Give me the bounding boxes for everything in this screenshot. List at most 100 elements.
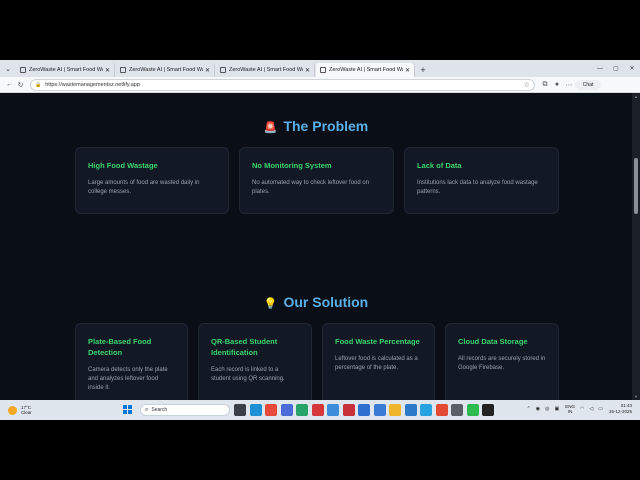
tab-close-icon[interactable]: ✕ (305, 67, 310, 74)
browser-tab-2[interactable]: ZeroWaste AI | Smart Food Waste ✕ (116, 63, 215, 77)
wifi-icon[interactable]: ◠ (580, 406, 584, 412)
tab-close-icon[interactable]: ✕ (405, 67, 410, 74)
scrollbar-thumb[interactable] (634, 158, 638, 214)
tab-close-icon[interactable]: ✕ (105, 67, 110, 74)
weather-description: Clear (21, 410, 32, 415)
solution-card-plate-detection: Plate-Based Food Detection Camera detect… (75, 323, 188, 400)
problem-section-title: 🚨 The Problem (0, 118, 632, 134)
minimize-icon[interactable]: — (592, 66, 608, 72)
maximize-icon[interactable]: ▢ (608, 65, 624, 72)
problem-card-high-food-wastage: High Food Wastage Large amounts of food … (75, 147, 229, 214)
card-text: No automated way to check leftover food … (252, 180, 370, 195)
tab-title: ZeroWaste AI | Smart Food Waste (29, 67, 103, 73)
card-text: All records are securely stored in Googl… (458, 356, 546, 371)
page-scrollbar[interactable]: ▲ ▼ (632, 93, 640, 400)
weather-sun-icon (8, 405, 17, 415)
tab-favicon-icon (120, 67, 126, 73)
window-controls: — ▢ ✕ (592, 60, 640, 77)
system-tray: ⌃ ◉ ◎ ▣ ENG IN ◠ ◁ ▭ 01:43 26-12-2025 (522, 403, 632, 415)
file-explorer-icon[interactable] (389, 404, 401, 416)
antivirus-icon[interactable] (342, 404, 355, 416)
problem-card-lack-of-data: Lack of Data Institutions lack data to a… (404, 147, 559, 214)
windows-start-icon[interactable] (123, 405, 133, 415)
chrome-icon[interactable] (265, 404, 277, 416)
card-title: Lack of Data (417, 161, 462, 170)
card-title: Plate-Based Food Detection (88, 337, 152, 357)
whatsapp-icon[interactable] (466, 404, 479, 416)
collections-icon[interactable]: ⧉ (539, 81, 551, 89)
solution-title-text: Our Solution (283, 294, 369, 310)
tab-actions-chevron-icon[interactable]: ⌄ (0, 60, 16, 77)
tab-title: ZeroWaste AI | Smart Food Waste (229, 67, 303, 73)
weather-widget[interactable]: 17°C Clear (0, 405, 60, 415)
search-placeholder: Search (151, 407, 168, 413)
url-input[interactable]: 🔒 https://wastemanagementsz.netlify.app … (30, 78, 535, 91)
app-icon[interactable] (373, 404, 386, 416)
telegram-icon[interactable] (420, 404, 432, 416)
app-icon[interactable] (296, 404, 308, 416)
url-text: https://wastemanagementsz.netlify.app (45, 81, 140, 88)
browser-tab-1[interactable]: ZeroWaste AI | Smart Food Waste ✕ (16, 63, 115, 77)
clock-date: 26-12-2025 (608, 409, 632, 414)
app-icon[interactable] (327, 404, 339, 416)
battery-icon[interactable]: ▭ (598, 406, 603, 412)
problem-title-text: The Problem (283, 118, 369, 134)
tab-title: ZeroWaste AI | Smart Food Waste (129, 67, 203, 73)
app-icon[interactable] (404, 404, 417, 416)
media-player-icon[interactable] (482, 404, 494, 416)
scroll-up-arrow-icon[interactable]: ▲ (632, 94, 640, 99)
card-text: Institutions lack data to analyze food w… (417, 180, 538, 195)
solution-card-waste-percentage: Food Waste Percentage Leftover food is c… (322, 323, 435, 400)
tab-favicon-icon (220, 67, 226, 73)
edge-browser-icon[interactable] (249, 404, 262, 416)
card-text: Camera detects only the plate and analyz… (88, 367, 168, 391)
profile-avatar-icon[interactable]: ● (551, 81, 563, 88)
chrome-icon[interactable] (435, 404, 448, 416)
card-title: High Food Wastage (88, 161, 158, 170)
taskbar-pinned-apps (234, 404, 498, 416)
tray-app-icon[interactable]: ◎ (545, 406, 549, 412)
windows-taskbar: 17°C Clear ⌕ Search ⌃ ◉ ◎ ▣ ENG IN ◠ ◁ ▭… (0, 400, 640, 420)
tray-app-icon[interactable]: ▣ (555, 406, 560, 412)
problem-card-no-monitoring: No Monitoring System No automated way to… (239, 147, 394, 214)
scroll-down-arrow-icon[interactable]: ▼ (632, 394, 640, 399)
card-text: Each record is linked to a student using… (211, 367, 285, 382)
solution-card-cloud-storage: Cloud Data Storage All records are secur… (445, 323, 559, 400)
new-tab-plus-icon[interactable]: + (416, 63, 430, 77)
browser-tab-3[interactable]: ZeroWaste AI | Smart Food Waste ✕ (216, 63, 315, 77)
region-code: IN (567, 409, 573, 414)
task-view-icon[interactable] (234, 404, 246, 416)
app-icon[interactable] (451, 404, 463, 416)
app-icon[interactable] (280, 404, 293, 416)
copilot-chat-button[interactable]: Chat (575, 79, 601, 90)
tray-app-icon[interactable]: ◉ (536, 406, 540, 412)
screen: ⌄ ZeroWaste AI | Smart Food Waste ✕ Zero… (0, 60, 640, 420)
light-bulb-icon: 💡 (263, 298, 278, 310)
outlook-icon[interactable] (358, 404, 370, 416)
card-text: Large amounts of food are wasted daily i… (88, 180, 200, 195)
tab-favicon-icon (20, 67, 26, 73)
card-title: QR-Based Student Identification (211, 337, 278, 357)
reload-icon[interactable]: ↻ (15, 81, 26, 89)
taskbar-clock[interactable]: 01:43 26-12-2025 (609, 403, 632, 415)
volume-icon[interactable]: ◁ (589, 406, 593, 412)
more-options-icon[interactable]: ⋯ (563, 81, 575, 89)
card-title: Food Waste Percentage (335, 337, 420, 346)
tab-close-icon[interactable]: ✕ (205, 67, 210, 74)
tray-overflow-chevron-icon[interactable]: ⌃ (527, 406, 531, 412)
favorite-star-icon[interactable]: ☆ (524, 81, 530, 89)
app-icon[interactable] (311, 404, 324, 416)
site-info-lock-icon[interactable]: 🔒 (35, 82, 41, 88)
back-arrow-icon[interactable]: ← (4, 81, 15, 88)
browser-tab-bar: ⌄ ZeroWaste AI | Smart Food Waste ✕ Zero… (0, 60, 640, 77)
card-text: Leftover food is calculated as a percent… (335, 356, 418, 371)
card-title: No Monitoring System (252, 161, 332, 170)
tab-favicon-icon (320, 67, 326, 73)
input-language[interactable]: ENG IN (565, 404, 575, 414)
close-window-icon[interactable]: ✕ (624, 65, 640, 72)
browser-tab-4-active[interactable]: ZeroWaste AI | Smart Food Waste ✕ (316, 63, 415, 77)
web-page: 🚨 The Problem High Food Wastage Large amo… (0, 93, 632, 400)
address-bar-row: ← ↻ 🔒 https://wastemanagementsz.netlify.… (0, 77, 640, 93)
taskbar-search-box[interactable]: ⌕ Search (140, 404, 230, 416)
siren-icon: 🚨 (263, 122, 278, 134)
